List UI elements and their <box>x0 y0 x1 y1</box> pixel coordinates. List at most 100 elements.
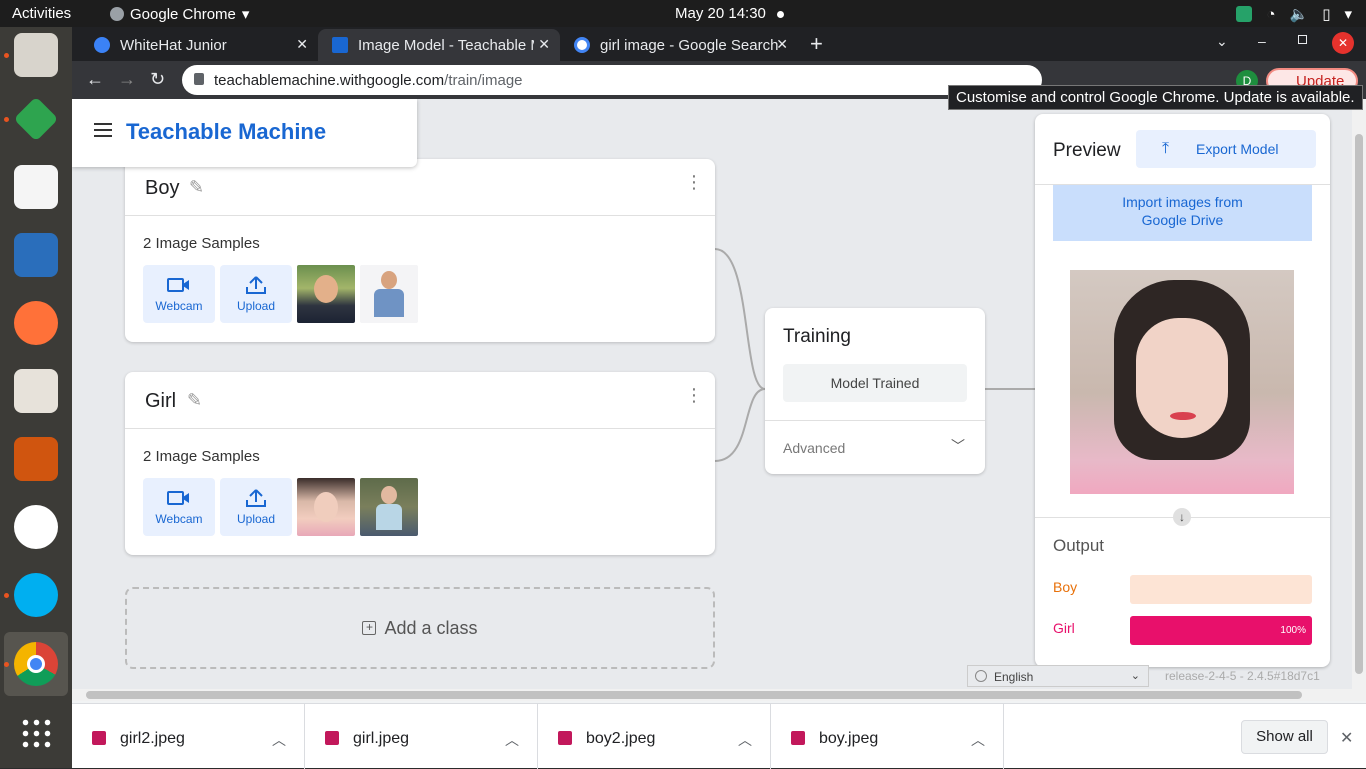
system-tray[interactable]: ◔ 🔈 ▯ ▾ <box>1236 5 1352 23</box>
download-filename: girl.jpeg <box>353 730 410 747</box>
webcam-button[interactable]: Webcam <box>143 265 215 323</box>
tab-search-icon[interactable]: ⌄ <box>1216 33 1228 50</box>
tab-title: Image Model - Teachable M <box>358 36 534 54</box>
webcam-icon <box>167 491 189 505</box>
forward-icon[interactable]: → <box>118 69 136 90</box>
impress-icon[interactable] <box>14 437 58 481</box>
clock[interactable]: May 20 14:30 <box>675 5 766 22</box>
back-icon[interactable]: ← <box>86 69 104 90</box>
chevron-up-icon[interactable]: ︿ <box>272 730 286 750</box>
vertical-scrollbar[interactable] <box>1352 99 1366 689</box>
globe-icon <box>975 670 987 682</box>
upload-icon <box>246 489 266 507</box>
more-options-icon[interactable]: ⋮ <box>685 173 703 191</box>
running-indicator <box>4 593 9 598</box>
class-name[interactable]: Girl <box>145 390 176 413</box>
volume-icon: 🔈 <box>1289 6 1309 23</box>
add-class-button[interactable]: + Add a class <box>125 587 715 669</box>
address-bar[interactable]: teachablemachine.withgoogle.com/train/im… <box>182 65 1042 95</box>
release-version: release-2-4-5 - 2.4.5#18d7c1 <box>1165 669 1320 683</box>
edit-pencil-icon[interactable]: ✎ <box>189 177 204 198</box>
sample-count: 2 Image Samples <box>143 448 260 465</box>
document-viewer-icon[interactable] <box>14 369 58 413</box>
webcam-button[interactable]: Webcam <box>143 478 215 536</box>
close-icon[interactable]: ✕ <box>538 36 550 53</box>
chevron-up-icon[interactable]: ︿ <box>505 730 519 750</box>
chevron-up-icon[interactable]: ︿ <box>738 730 752 750</box>
skype-icon[interactable] <box>14 573 58 617</box>
download-item[interactable]: girl2.jpeg ︿ <box>72 704 305 769</box>
edit-pencil-icon[interactable]: ✎ <box>187 390 202 411</box>
language-select[interactable]: English ⌄ <box>967 665 1149 687</box>
lips-shape <box>1170 412 1196 420</box>
webcam-label: Webcam <box>155 299 203 313</box>
url-path: /train/image <box>444 71 523 89</box>
sample-thumbnail[interactable] <box>297 265 355 323</box>
caret-down-icon: ▾ <box>241 6 250 23</box>
arrow-down-icon: ↓ <box>1173 508 1191 526</box>
files-icon[interactable] <box>14 33 58 77</box>
minimize-button[interactable]: – <box>1258 33 1266 49</box>
export-model-button[interactable]: ⤒ Export Model <box>1136 130 1316 168</box>
update-check-icon[interactable] <box>1236 6 1253 22</box>
class-name[interactable]: Boy <box>145 177 179 200</box>
slack-icon[interactable] <box>14 505 58 549</box>
battery-icon: ▯ <box>1322 6 1331 23</box>
scrollbar-thumb[interactable] <box>86 691 1302 699</box>
show-applications-icon[interactable] <box>20 717 52 749</box>
new-tab-button[interactable]: + <box>810 31 823 57</box>
training-card: Training Model Trained Advanced ﹀ <box>765 308 985 474</box>
activities-button[interactable]: Activities <box>12 5 71 22</box>
download-item[interactable]: boy.jpeg ︿ <box>771 704 1004 769</box>
output-label: Girl <box>1053 620 1075 636</box>
download-item[interactable]: boy2.jpeg ︿ <box>538 704 771 769</box>
sample-thumbnail[interactable] <box>360 265 418 323</box>
divider <box>125 215 715 216</box>
chevron-up-icon[interactable]: ︿ <box>971 730 985 750</box>
browser-window: WhiteHat Junior ✕ Image Model - Teachabl… <box>72 27 1366 769</box>
hamburger-menu-icon[interactable] <box>94 123 112 137</box>
advanced-toggle[interactable]: Advanced <box>783 440 845 456</box>
download-filename: girl2.jpeg <box>120 730 185 747</box>
tab-image-model[interactable]: Image Model - Teachable M ✕ <box>318 29 560 61</box>
import-google-drive-button[interactable]: Import images from Google Drive <box>1053 185 1312 241</box>
scrollbar-thumb[interactable] <box>1355 134 1363 674</box>
divider <box>765 420 985 421</box>
maximize-button[interactable] <box>1298 35 1307 44</box>
software-center-icon[interactable] <box>13 96 59 142</box>
horizontal-scrollbar[interactable] <box>72 689 1366 701</box>
export-arrow-icon: ⤒ <box>1162 140 1170 157</box>
close-window-button[interactable]: ✕ <box>1332 32 1354 54</box>
lock-icon <box>194 73 204 85</box>
close-icon[interactable]: ✕ <box>296 36 308 53</box>
download-item[interactable]: girl.jpeg ︿ <box>305 704 538 769</box>
firefox-icon[interactable] <box>14 301 58 345</box>
app-title[interactable]: Teachable Machine <box>126 119 326 145</box>
power-menu-icon[interactable]: ▾ <box>1344 5 1352 23</box>
connector-boy <box>714 248 766 390</box>
sample-thumbnail[interactable] <box>297 478 355 536</box>
app-menu[interactable]: Google Chrome ▾ <box>110 5 249 23</box>
upload-label: Upload <box>236 512 276 526</box>
upload-button[interactable]: Upload <box>220 478 292 536</box>
confidence-bar <box>1130 575 1312 604</box>
writer-icon[interactable] <box>14 233 58 277</box>
upload-button[interactable]: Upload <box>220 265 292 323</box>
more-options-icon[interactable]: ⋮ <box>685 386 703 404</box>
whitehat-favicon <box>94 37 110 53</box>
close-icon[interactable]: ✕ <box>776 36 788 53</box>
sample-thumbnail[interactable] <box>360 478 418 536</box>
close-icon[interactable]: ✕ <box>1340 728 1353 748</box>
tab-whitehat[interactable]: WhiteHat Junior ✕ <box>80 29 318 61</box>
text-editor-icon[interactable] <box>14 165 58 209</box>
google-favicon <box>574 37 590 53</box>
tab-girl-image-search[interactable]: girl image - Google Search ✕ <box>560 29 798 61</box>
chevron-down-icon[interactable]: ﹀ <box>951 436 965 456</box>
reload-icon[interactable]: ↻ <box>150 69 165 90</box>
system-top-bar: Activities Google Chrome ▾ May 20 14:30 … <box>0 0 1366 27</box>
show-all-button[interactable]: Show all <box>1241 720 1328 754</box>
upload-icon <box>246 276 266 294</box>
output-label: Boy <box>1053 579 1078 595</box>
chrome-dock-item[interactable] <box>4 632 68 696</box>
train-model-button[interactable]: Model Trained <box>783 364 967 402</box>
